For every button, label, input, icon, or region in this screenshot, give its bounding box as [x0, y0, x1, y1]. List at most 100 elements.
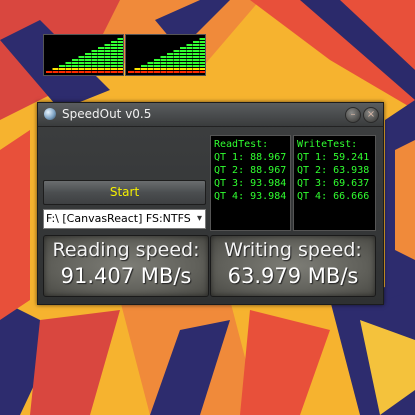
level-bar-segment [111, 68, 117, 70]
level-bar-segment [78, 62, 85, 64]
read-level-bars [46, 38, 123, 73]
level-bar-segment [91, 68, 98, 70]
level-bar-segment [180, 56, 186, 58]
level-bar-segment [46, 71, 52, 73]
level-bar-segment [117, 68, 123, 70]
level-bar-segment [199, 38, 205, 40]
level-bar-segment [98, 50, 104, 52]
title-bar[interactable]: SpeedOut v0.5 – × [38, 103, 383, 127]
level-bar-segment [91, 71, 98, 73]
level-bar-segment [186, 44, 193, 46]
level-bar-segment [186, 59, 193, 61]
reading-speed-label: Reading speed: [52, 239, 200, 261]
level-bar-segment [160, 68, 167, 70]
level-bar-segment [117, 71, 123, 73]
drive-select[interactable]: F:\ [CanvasReact] FS:NTFS ▾ [43, 209, 206, 229]
level-bar-segment [134, 68, 141, 70]
level-bar-segment [173, 68, 180, 70]
level-bar-segment [91, 62, 98, 64]
level-bar-segment [65, 71, 72, 73]
level-bar-segment [72, 62, 78, 64]
reading-speed-display: Reading speed: 91.407 MB/s [43, 235, 209, 297]
level-bar-segment [180, 59, 186, 61]
level-bar-segment [199, 41, 205, 43]
level-bar-segment [167, 68, 173, 70]
level-bar-segment [167, 56, 173, 58]
level-bar-segment [91, 65, 98, 67]
level-bar-segment [141, 65, 147, 67]
level-bar-segment [154, 65, 160, 67]
level-bar-segment [180, 68, 186, 70]
level-bar-segment [147, 68, 154, 70]
read-level-meter [43, 34, 124, 76]
level-bar-segment [128, 71, 134, 73]
write-test-line: QT 4: 66.666 [297, 191, 370, 202]
window-title: SpeedOut v0.5 [62, 107, 152, 121]
level-bar-segment [117, 56, 123, 58]
level-bar-segment [111, 71, 117, 73]
level-bar-segment [98, 62, 104, 64]
level-bar-segment [186, 47, 193, 49]
level-bar-segment [117, 50, 123, 52]
level-bar-segment [160, 71, 167, 73]
level-bar-segment [193, 59, 199, 61]
level-bar-segment [117, 47, 123, 49]
level-bar-segment [186, 53, 193, 55]
read-test-line: QT 3: 93.984 [214, 178, 287, 189]
level-bar-segment [104, 71, 111, 73]
level-bar-segment [180, 50, 186, 52]
level-bar-segment [111, 65, 117, 67]
level-bar-segment [85, 62, 91, 64]
level-bar-segment [173, 65, 180, 67]
level-bar-segment [134, 71, 141, 73]
level-bar-segment [72, 59, 78, 61]
read-test-line: QT 1: 88.967 [214, 152, 287, 163]
level-bar-segment [193, 65, 199, 67]
level-bar-segment [117, 62, 123, 64]
start-button[interactable]: Start [43, 180, 206, 205]
level-bar-segment [104, 44, 111, 46]
level-bar-segment [154, 59, 160, 61]
level-bar-segment [52, 68, 59, 70]
read-test-panel: ReadTest: QT 1: 88.967 QT 2: 88.967 QT 3… [210, 135, 291, 231]
level-bar-segment [78, 68, 85, 70]
level-bar-segment [104, 68, 111, 70]
level-bar-segment [98, 71, 104, 73]
level-bar-segment [78, 56, 85, 58]
level-bar-segment [180, 65, 186, 67]
level-bar-segment [72, 71, 78, 73]
level-bar-segment [173, 50, 180, 52]
level-bar-segment [117, 38, 123, 40]
level-bar-segment [154, 71, 160, 73]
level-bar-segment [199, 68, 205, 70]
level-bar-segment [104, 59, 111, 61]
chevron-down-icon[interactable]: ▾ [197, 210, 202, 228]
close-button[interactable]: × [363, 107, 379, 123]
level-bar-segment [65, 68, 72, 70]
level-bar-segment [160, 65, 167, 67]
level-bar-segment [199, 71, 205, 73]
writing-speed-value: 63.979 MB/s [227, 264, 359, 288]
level-bar-segment [193, 50, 199, 52]
level-bar-segment [193, 47, 199, 49]
level-bar-segment [98, 68, 104, 70]
level-bar-segment [117, 59, 123, 61]
level-bar-segment [59, 71, 65, 73]
level-bar-segment [186, 50, 193, 52]
level-bar-segment [186, 68, 193, 70]
level-bar-segment [193, 68, 199, 70]
minimize-button[interactable]: – [345, 107, 361, 123]
level-bar-segment [167, 59, 173, 61]
write-test-line: QT 3: 69.637 [297, 178, 370, 189]
level-bar-segment [91, 59, 98, 61]
level-bar-segment [186, 56, 193, 58]
level-bar-segment [91, 53, 98, 55]
level-bar-segment [117, 44, 123, 46]
level-bar-segment [52, 71, 59, 73]
level-bar-segment [117, 65, 123, 67]
app-orb-icon [44, 108, 56, 120]
level-bar-segment [199, 59, 205, 61]
level-bar-segment [199, 50, 205, 52]
level-bar-segment [173, 53, 180, 55]
level-bar-segment [160, 59, 167, 61]
